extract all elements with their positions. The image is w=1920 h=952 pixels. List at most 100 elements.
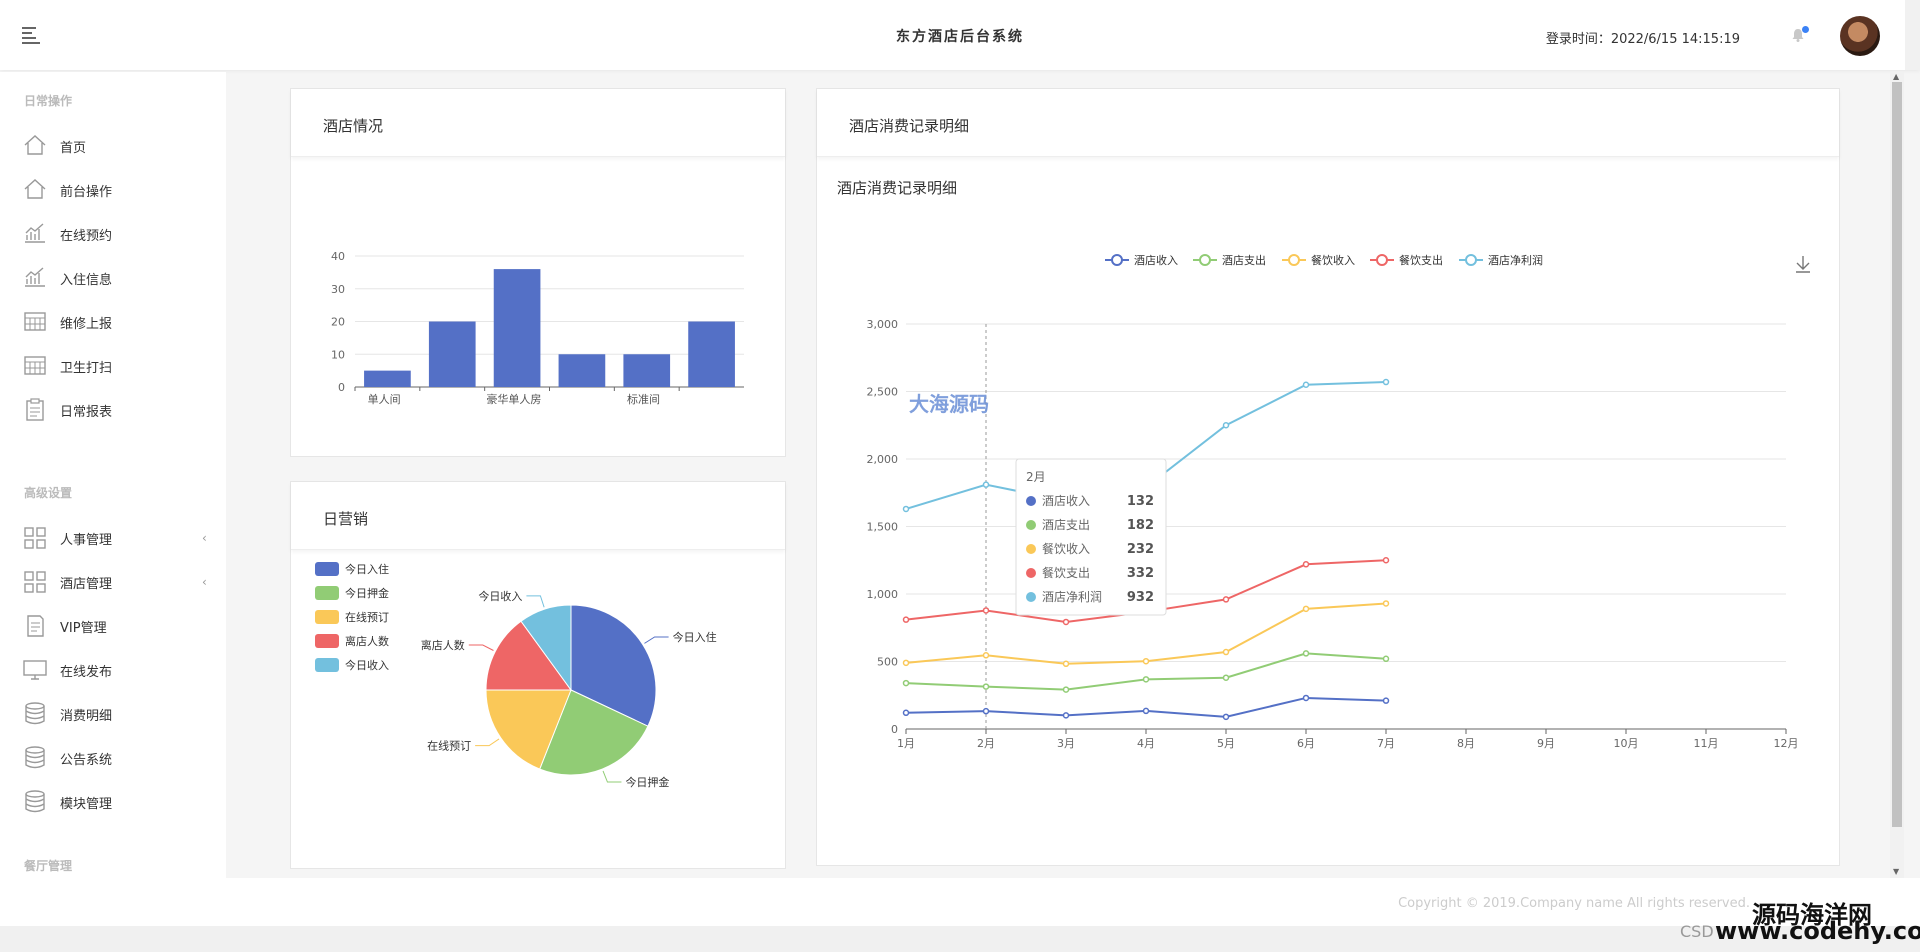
line-legend-item[interactable]: 餐饮支出 (1370, 253, 1443, 267)
pie-legend-label: 在线预订 (345, 610, 389, 624)
data-point[interactable] (902, 505, 910, 513)
panel-title: 酒店消费记录明细 (817, 89, 1839, 157)
line-x-tick: 5月 (1217, 737, 1235, 750)
data-point[interactable] (902, 616, 910, 623)
pie-label-line (526, 595, 545, 608)
sidebar-item[interactable]: 在线发布 (22, 656, 222, 684)
line-legend-item[interactable]: 酒店净利润 (1459, 253, 1543, 267)
consumption-panel: 酒店消费记录明细 酒店消费记录明细 酒店收入 酒店支出 餐饮收入 餐饮支出 酒店净利润 0 5… (816, 88, 1840, 866)
pie-label-line (475, 738, 500, 747)
data-point[interactable] (1142, 657, 1150, 665)
sidebar-section-title: 高级设置 (24, 486, 73, 500)
sidebar-item[interactable]: 在线预约 (22, 220, 222, 248)
sidebar-item-label: 公告系统 (60, 752, 113, 768)
grid-icon (22, 570, 48, 594)
data-point[interactable] (1222, 713, 1230, 721)
sidebar-item[interactable]: 日常报表 (22, 396, 222, 424)
calendar-icon (22, 310, 48, 334)
data-point[interactable] (1382, 655, 1390, 663)
line-legend-item[interactable]: 酒店收入 (1105, 253, 1178, 267)
home-icon (22, 178, 48, 202)
sidebar-item[interactable]: 入住信息 (22, 264, 222, 292)
data-point[interactable] (1302, 381, 1310, 388)
data-point[interactable] (982, 683, 990, 690)
sidebar-item-label: 日常报表 (60, 404, 113, 420)
data-point[interactable] (1062, 712, 1070, 719)
data-point[interactable] (1222, 422, 1230, 429)
sidebar-item[interactable]: 消费明细 (22, 700, 222, 728)
sidebar-item[interactable]: 卫生打扫 (22, 352, 222, 380)
bar[interactable] (558, 354, 606, 387)
tooltip-series-name: 酒店支出 (1042, 518, 1090, 532)
pie-slice-label: 今日收入 (478, 589, 522, 603)
data-point[interactable] (1062, 660, 1070, 668)
data-point[interactable] (1382, 557, 1390, 564)
scroll-up-icon[interactable]: ▲ (1893, 72, 1899, 81)
line-legend-item[interactable]: 餐饮收入 (1282, 253, 1355, 267)
data-point[interactable] (902, 709, 910, 717)
data-point[interactable] (1222, 648, 1230, 656)
data-point[interactable] (1382, 600, 1390, 607)
data-point[interactable] (982, 607, 990, 614)
sidebar-item[interactable]: VIP管理 (22, 612, 222, 640)
data-point[interactable] (982, 707, 990, 715)
data-point[interactable] (982, 481, 990, 488)
main-scrollbar[interactable]: ▲ ▼ (1890, 72, 1904, 878)
csdn-watermark: CSD (1680, 922, 1714, 941)
sidebar-item[interactable]: 模块管理 (22, 788, 222, 816)
bottom-strip (0, 926, 1920, 952)
data-point[interactable] (1302, 561, 1310, 568)
sidebar-item-label: VIP管理 (60, 620, 107, 636)
pie-slice-label: 离店人数 (421, 638, 465, 652)
chevron-left-icon[interactable]: ‹ (202, 531, 207, 545)
pie-legend-swatch (315, 634, 339, 648)
bar[interactable] (428, 321, 476, 388)
sidebar-item[interactable]: 首页 (22, 132, 222, 160)
scroll-down-icon[interactable]: ▼ (1893, 867, 1899, 876)
line-x-tick: 12月 (1774, 737, 1799, 750)
line-x-tick: 9月 (1537, 737, 1555, 750)
sidebar-item[interactable]: 前台操作 (22, 176, 222, 204)
watermark-text: 大海源码 (909, 392, 989, 416)
scrollbar-thumb[interactable] (1892, 82, 1902, 827)
data-point[interactable] (1382, 378, 1390, 386)
line-legend-item[interactable]: 酒店支出 (1193, 253, 1266, 267)
copyright-text: Copyright © 2019.Company name All rights… (1398, 896, 1750, 911)
data-point[interactable] (902, 679, 910, 687)
data-point[interactable] (1062, 686, 1070, 693)
data-point[interactable] (902, 659, 910, 667)
sidebar-item[interactable]: 人事管理 ‹ (22, 524, 222, 552)
sidebar-item[interactable]: 维修上报 (22, 308, 222, 336)
bar-x-tick: 标准间 (627, 392, 660, 406)
tooltip-value: 932 (1127, 590, 1154, 605)
data-point[interactable] (1222, 596, 1230, 603)
data-point[interactable] (1142, 676, 1150, 683)
pie-slice-label: 今日押金 (625, 775, 669, 789)
sidebar-item-label: 在线发布 (60, 664, 113, 680)
data-point[interactable] (1302, 605, 1310, 613)
pie-slice-label: 今日入住 (673, 630, 717, 644)
line-legend-label: 餐饮收入 (1311, 253, 1355, 267)
bar-x-tick: 单人间 (368, 393, 401, 406)
bar[interactable] (623, 354, 671, 387)
data-point[interactable] (982, 652, 990, 659)
chevron-left-icon[interactable]: ‹ (202, 575, 207, 589)
clipboard-icon (22, 398, 48, 422)
database-icon (22, 746, 48, 770)
data-point[interactable] (1222, 674, 1230, 681)
bar[interactable] (364, 370, 411, 387)
download-icon[interactable] (1796, 256, 1810, 273)
tooltip-marker (1026, 592, 1036, 602)
bar[interactable] (493, 269, 541, 387)
avatar[interactable] (1840, 16, 1880, 56)
data-point[interactable] (1142, 707, 1150, 715)
data-point[interactable] (1302, 650, 1310, 657)
footer: Copyright © 2019.Company name All rights… (226, 878, 1920, 926)
data-point[interactable] (1062, 618, 1070, 626)
data-point[interactable] (1382, 697, 1390, 704)
data-point[interactable] (1302, 694, 1310, 702)
database-icon (22, 702, 48, 726)
sidebar-item[interactable]: 公告系统 (22, 744, 222, 772)
bar[interactable] (688, 321, 735, 388)
sidebar-item[interactable]: 酒店管理 ‹ (22, 568, 222, 596)
